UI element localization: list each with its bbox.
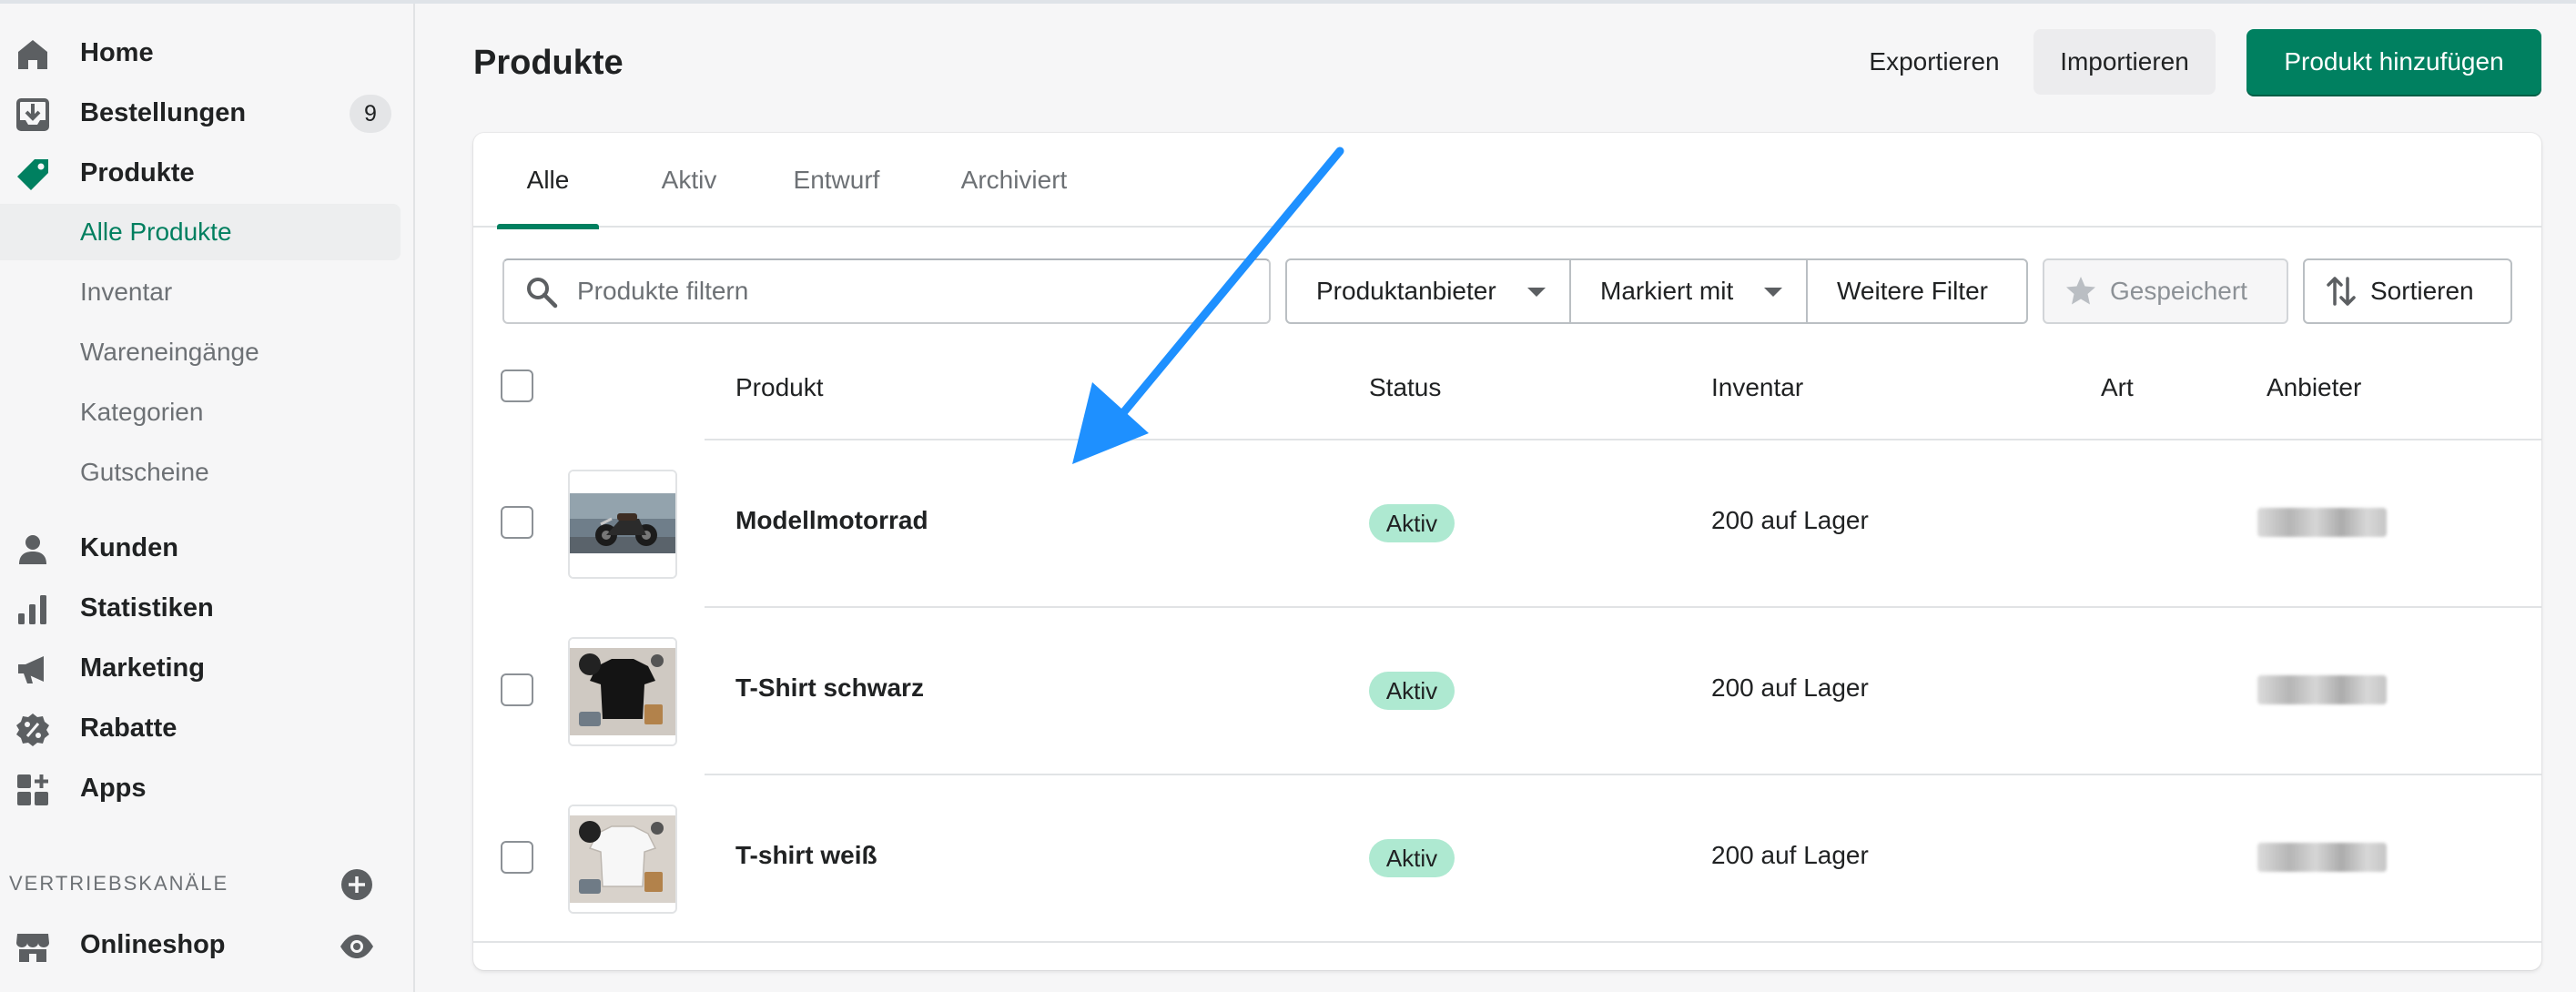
search-icon (524, 275, 559, 309)
sidebar-item-products[interactable]: Produkte (0, 146, 401, 200)
tab-bar: Alle Aktiv Entwurf Archiviert (473, 133, 2541, 229)
row-checkbox[interactable] (501, 841, 533, 874)
sales-channels-title: VERTRIEBSKANÄLE (9, 872, 229, 895)
product-thumbnail[interactable] (568, 470, 677, 579)
orders-icon (15, 96, 51, 133)
filter-products-input[interactable]: Produkte filtern (502, 258, 1271, 324)
sidebar: Home Bestellungen 9 Produkte Alle Produk… (0, 4, 415, 992)
status-badge: Aktiv (1369, 672, 1455, 710)
home-icon (15, 36, 51, 73)
products-card: Alle Aktiv Entwurf Archiviert Produkte f… (473, 133, 2541, 970)
add-channel-icon[interactable] (340, 868, 373, 901)
product-thumbnail[interactable] (568, 805, 677, 914)
more-filters-button[interactable]: Weitere Filter (1806, 258, 2028, 324)
sidebar-item-label: Marketing (80, 653, 205, 683)
row-divider (705, 606, 2541, 608)
orders-count-badge: 9 (350, 95, 391, 133)
sidebar-subitem-collections[interactable]: Kategorien (0, 384, 401, 440)
sidebar-item-home[interactable]: Home (0, 25, 401, 80)
sidebar-item-analytics[interactable]: Statistiken (0, 581, 401, 635)
saved-label: Gespeichert (2110, 277, 2247, 305)
caret-down-icon (1764, 288, 1782, 297)
product-name[interactable]: Modellmotorrad (735, 506, 928, 535)
column-header-type[interactable]: Art (2101, 373, 2134, 402)
row-checkbox[interactable] (501, 506, 533, 539)
filter-placeholder: Produkte filtern (577, 277, 749, 305)
megaphone-icon (15, 652, 51, 688)
store-icon (15, 928, 51, 965)
star-icon (2064, 275, 2097, 308)
row-checkbox[interactable] (501, 673, 533, 706)
tab-all[interactable]: Alle (497, 133, 599, 229)
bar-chart-icon (15, 592, 51, 628)
product-thumbnail[interactable] (568, 637, 677, 746)
sidebar-subitem-inventory[interactable]: Inventar (0, 264, 401, 320)
more-filters-label: Weitere Filter (1837, 277, 1988, 305)
column-header-vendor[interactable]: Anbieter (2267, 373, 2361, 402)
sidebar-item-label: Onlineshop (80, 929, 226, 959)
vendor-filter-label: Produktanbieter (1316, 277, 1496, 305)
row-divider (705, 774, 2541, 775)
row-divider (705, 439, 2541, 440)
sort-icon (2325, 275, 2358, 308)
eye-icon[interactable] (339, 928, 375, 965)
tagged-filter-label: Markiert mit (1600, 277, 1734, 305)
discount-icon (15, 712, 51, 748)
import-button[interactable]: Importieren (2033, 29, 2216, 95)
sort-label: Sortieren (2370, 277, 2474, 305)
vendor-redacted (2257, 508, 2387, 537)
tagged-filter-button[interactable]: Markiert mit (1569, 258, 1808, 324)
column-header-inventory[interactable]: Inventar (1711, 373, 1803, 402)
tab-archived[interactable]: Archiviert (925, 133, 1103, 228)
inventory-value: 200 auf Lager (1711, 673, 1869, 702)
sidebar-item-label: Rabatte (80, 713, 177, 743)
vendor-redacted (2257, 843, 2387, 872)
sort-button[interactable]: Sortieren (2303, 258, 2512, 324)
export-button[interactable]: Exportieren (1848, 29, 2021, 95)
sidebar-item-label: Produkte (80, 157, 195, 187)
caret-down-icon (1527, 288, 1546, 297)
product-name[interactable]: T-Shirt schwarz (735, 673, 924, 703)
vendor-filter-button[interactable]: Produktanbieter (1285, 258, 1571, 324)
sidebar-item-label: Home (80, 37, 154, 67)
sidebar-item-discounts[interactable]: Rabatte (0, 701, 401, 755)
sidebar-item-label: Statistiken (80, 592, 214, 623)
status-badge: Aktiv (1369, 504, 1455, 542)
sidebar-item-marketing[interactable]: Marketing (0, 641, 401, 695)
select-all-checkbox[interactable] (501, 369, 533, 402)
person-icon (15, 531, 51, 568)
inventory-value: 200 auf Lager (1711, 841, 1869, 869)
sidebar-item-orders[interactable]: Bestellungen 9 (0, 86, 401, 140)
inventory-value: 200 auf Lager (1711, 506, 1869, 534)
sidebar-subitem-all-products[interactable]: Alle Produkte (0, 204, 401, 260)
add-product-button[interactable]: Produkt hinzufügen (2246, 29, 2541, 95)
sidebar-item-apps[interactable]: Apps (0, 761, 401, 815)
row-divider (473, 941, 2541, 943)
product-name[interactable]: T-shirt weiß (735, 841, 877, 870)
vendor-redacted (2257, 675, 2387, 704)
sidebar-item-customers[interactable]: Kunden (0, 521, 401, 575)
status-badge: Aktiv (1369, 839, 1455, 877)
column-header-product[interactable]: Produkt (735, 373, 824, 402)
tab-draft[interactable]: Entwurf (759, 133, 914, 228)
page-title: Produkte (473, 44, 624, 82)
column-header-status[interactable]: Status (1369, 373, 1441, 402)
sidebar-subitem-transfers[interactable]: Wareneingänge (0, 324, 401, 380)
tab-active[interactable]: Aktiv (621, 133, 757, 228)
sidebar-item-label: Kunden (80, 532, 178, 562)
sidebar-item-label: Bestellungen (80, 97, 247, 127)
apps-icon (15, 772, 51, 808)
tag-icon (15, 157, 51, 193)
sidebar-subitem-gift-cards[interactable]: Gutscheine (0, 444, 401, 501)
saved-button[interactable]: Gespeichert (2043, 258, 2288, 324)
sidebar-item-label: Apps (80, 773, 147, 803)
